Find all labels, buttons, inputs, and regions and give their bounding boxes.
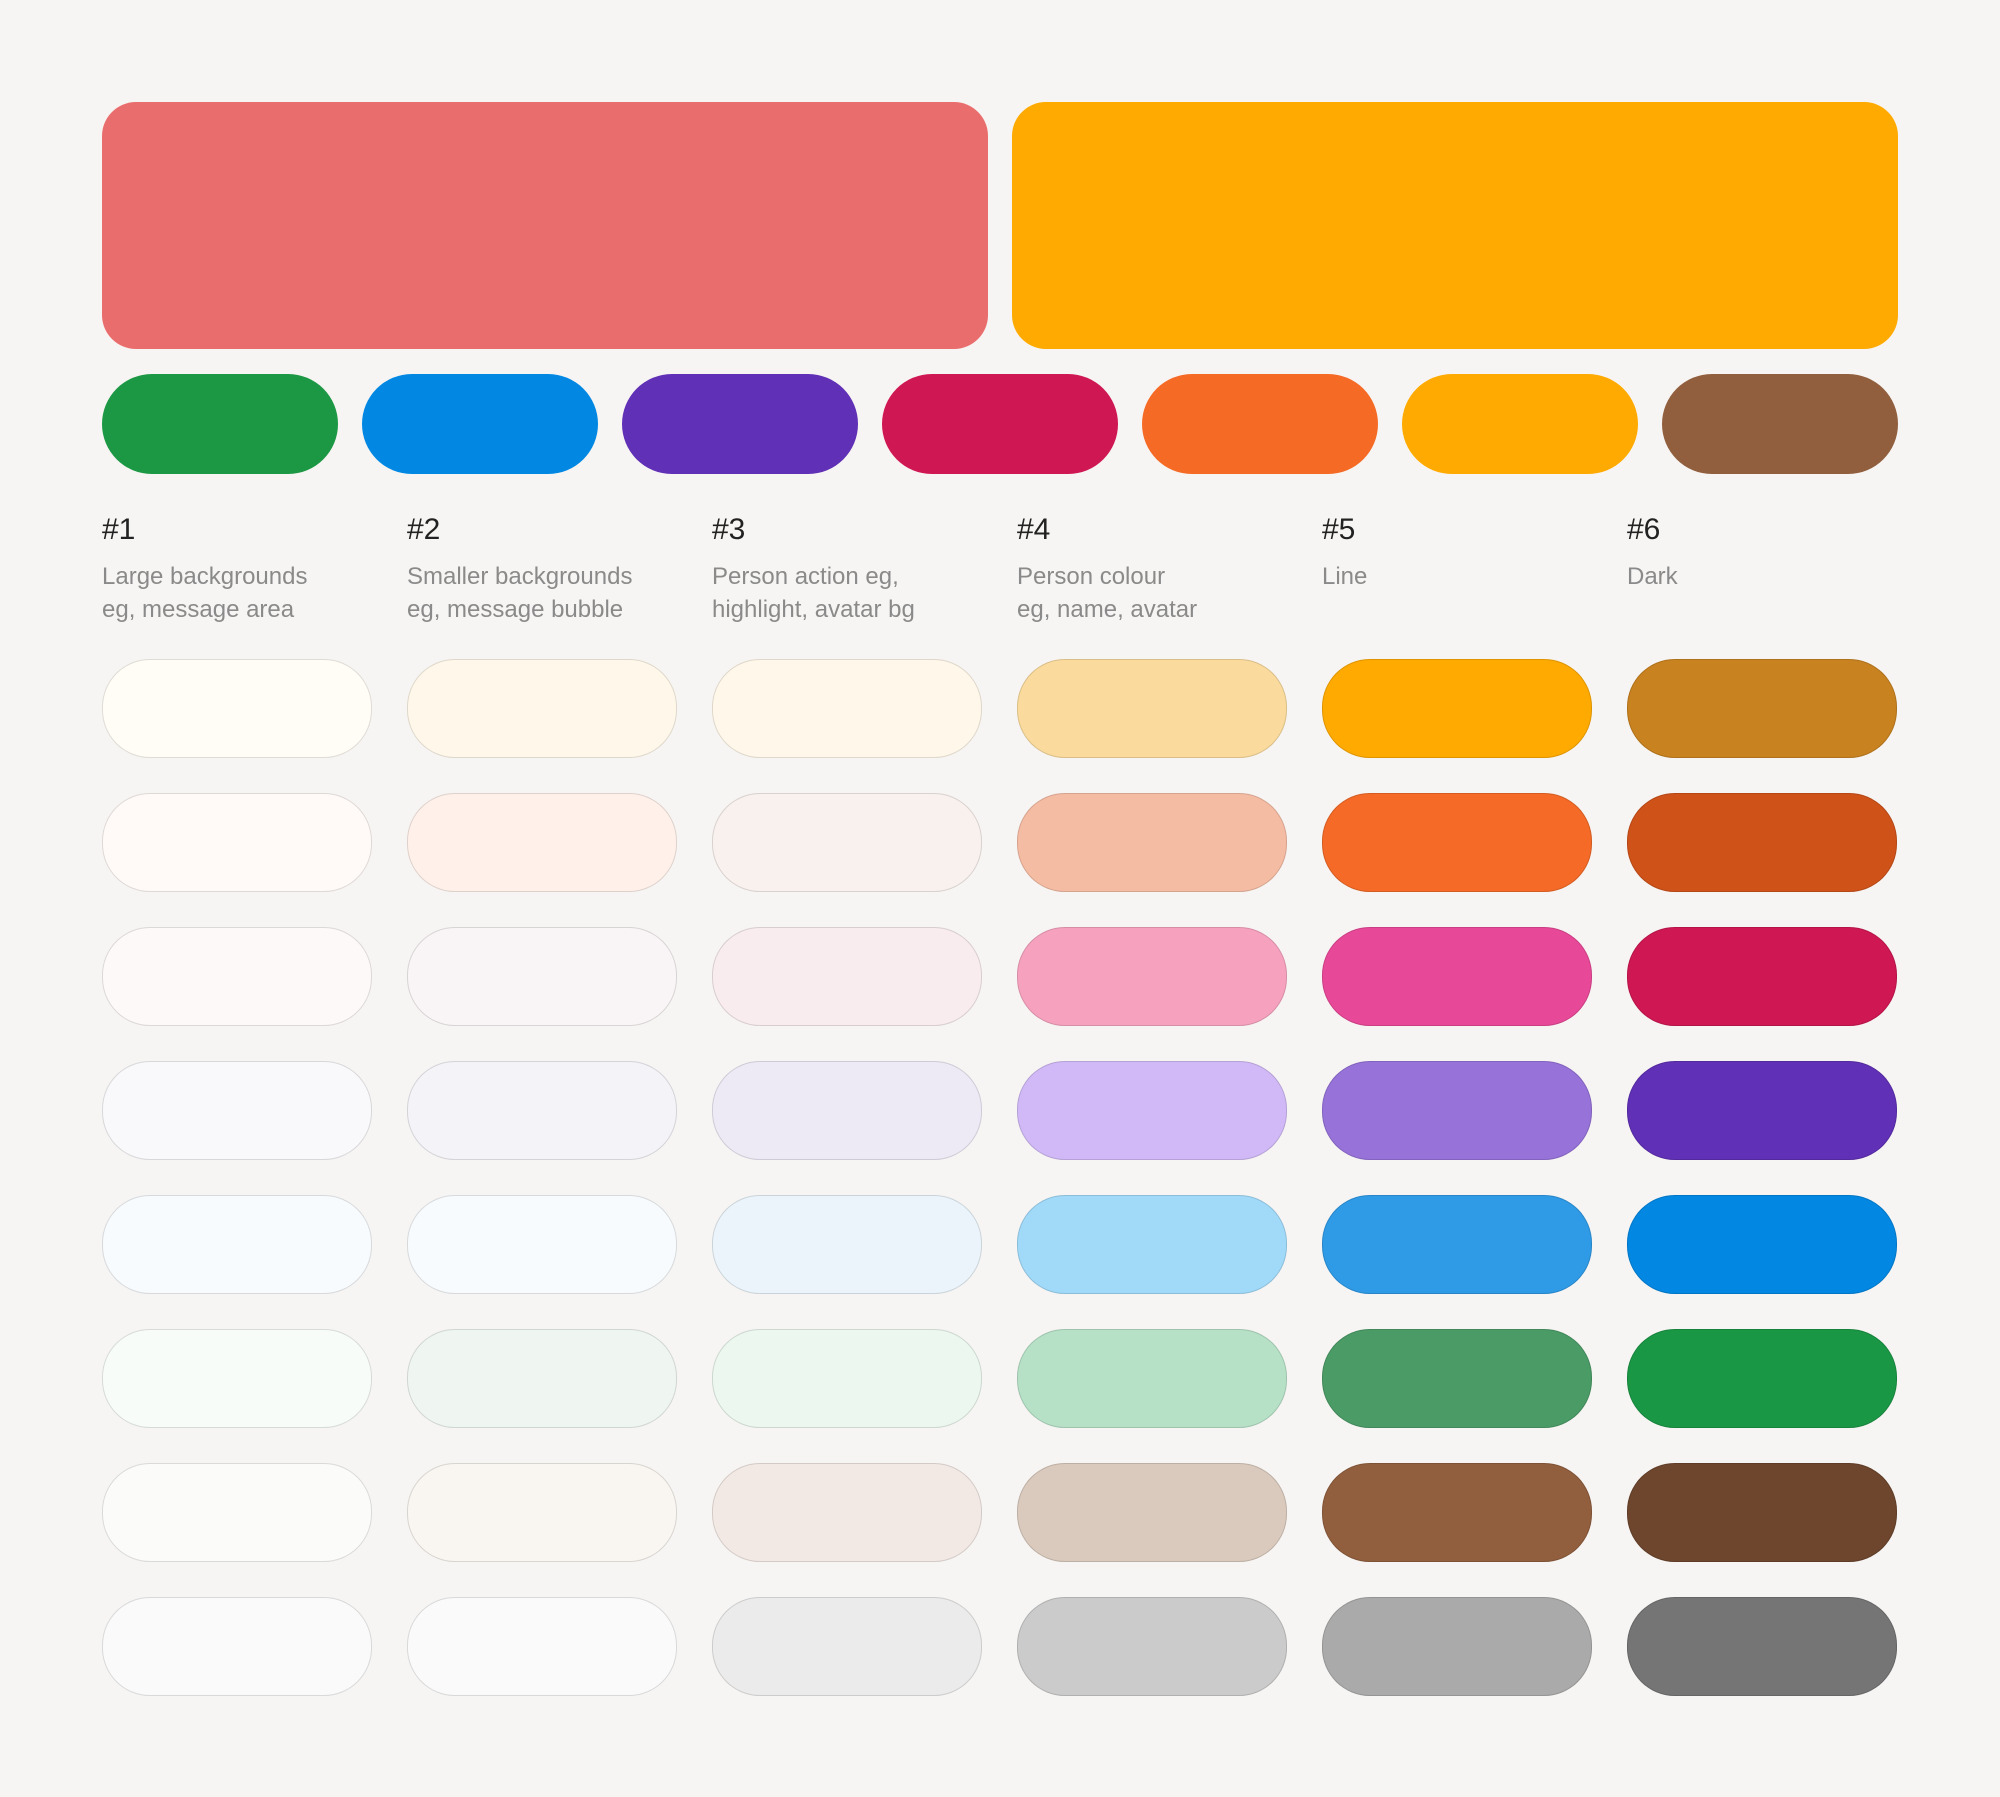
color-swatch: [1017, 1329, 1287, 1428]
color-swatch: [1017, 1061, 1287, 1160]
color-swatch: [712, 1597, 982, 1696]
color-swatch: [407, 1329, 677, 1428]
color-swatch: [1627, 1597, 1897, 1696]
color-swatch: [1627, 1195, 1897, 1294]
column-description: Line: [1322, 560, 1612, 593]
color-swatch: [407, 1195, 677, 1294]
color-swatch: [407, 927, 677, 1026]
color-swatch: [102, 1597, 372, 1696]
color-swatch: [1322, 927, 1592, 1026]
column-description-line: Large backgrounds: [102, 563, 308, 590]
color-swatch: [102, 793, 372, 892]
color-swatch: [1322, 1597, 1592, 1696]
accent-chip: [882, 374, 1118, 474]
accent-chip: [1662, 374, 1898, 474]
accent-chip: [622, 374, 858, 474]
column-description: Person colour eg, name, avatar: [1017, 560, 1307, 626]
color-swatch: [102, 1061, 372, 1160]
color-swatch: [102, 927, 372, 1026]
color-swatch: [712, 1061, 982, 1160]
color-swatch: [407, 659, 677, 758]
color-swatch: [1322, 793, 1592, 892]
color-swatch: [102, 1195, 372, 1294]
color-swatch: [712, 1195, 982, 1294]
color-swatch: [1322, 1195, 1592, 1294]
color-swatch: [1322, 1329, 1592, 1428]
color-swatch: [712, 927, 982, 1026]
color-swatch: [1322, 659, 1592, 758]
color-swatch: [1017, 1597, 1287, 1696]
column-description-line: Line: [1322, 563, 1368, 590]
color-swatch: [1627, 1463, 1897, 1562]
column-description-line: eg, name, avatar: [1017, 596, 1198, 623]
color-swatch: [102, 1463, 372, 1562]
column-description-line: eg, message area: [102, 596, 295, 623]
column-header: #2 Smaller backgrounds eg, message bubble: [407, 510, 697, 626]
column-header: #1 Large backgrounds eg, message area: [102, 510, 392, 626]
color-swatch: [1322, 1061, 1592, 1160]
color-swatch: [712, 1329, 982, 1428]
color-swatch: [407, 793, 677, 892]
column-description: Dark: [1627, 560, 1917, 593]
column-header: #5 Line: [1322, 510, 1612, 593]
hero-swatch-red: [102, 102, 988, 349]
color-swatch: [407, 1061, 677, 1160]
column-description: Smaller backgrounds eg, message bubble: [407, 560, 697, 626]
color-swatch: [712, 793, 982, 892]
palette-sheet: #1 Large backgrounds eg, message area #2 Sma…: [0, 0, 2000, 1797]
color-swatch: [1322, 1463, 1592, 1562]
column-number: #2: [407, 513, 441, 546]
color-swatch: [1627, 1329, 1897, 1428]
color-swatch: [102, 659, 372, 758]
column-description-line: Dark: [1627, 563, 1678, 590]
column-number: #6: [1627, 513, 1661, 546]
accent-chip: [102, 374, 338, 474]
color-swatch: [102, 1329, 372, 1428]
color-swatch: [1627, 659, 1897, 758]
column-description-line: Smaller backgrounds: [407, 563, 633, 590]
column-description-line: highlight, avatar bg: [712, 596, 915, 623]
color-swatch: [407, 1597, 677, 1696]
column-description-line: Person action eg,: [712, 563, 899, 590]
color-swatch: [407, 1463, 677, 1562]
color-swatch: [1017, 927, 1287, 1026]
column-header: #4 Person colour eg, name, avatar: [1017, 510, 1307, 626]
hero-swatch-yellow: [1012, 102, 1898, 349]
color-swatch: [1627, 793, 1897, 892]
column-description-line: Person colour: [1017, 563, 1166, 590]
color-swatch: [712, 1463, 982, 1562]
column-number: #5: [1322, 513, 1356, 546]
column-number: #3: [712, 513, 746, 546]
column-header: #6 Dark: [1627, 510, 1917, 593]
column-header: #3 Person action eg, highlight, avatar bg: [712, 510, 1002, 626]
column-description: Person action eg, highlight, avatar bg: [712, 560, 1002, 626]
color-swatch: [1017, 1195, 1287, 1294]
color-swatch: [1017, 1463, 1287, 1562]
column-description: Large backgrounds eg, message area: [102, 560, 392, 626]
column-description-line: eg, message bubble: [407, 596, 624, 623]
color-swatch: [1017, 659, 1287, 758]
color-swatch: [1017, 793, 1287, 892]
accent-chip: [1142, 374, 1378, 474]
color-swatch: [1627, 927, 1897, 1026]
color-swatch: [1627, 1061, 1897, 1160]
column-number: #4: [1017, 513, 1051, 546]
accent-chip: [1402, 374, 1638, 474]
column-number: #1: [102, 513, 136, 546]
accent-chip: [362, 374, 598, 474]
color-swatch: [712, 659, 982, 758]
